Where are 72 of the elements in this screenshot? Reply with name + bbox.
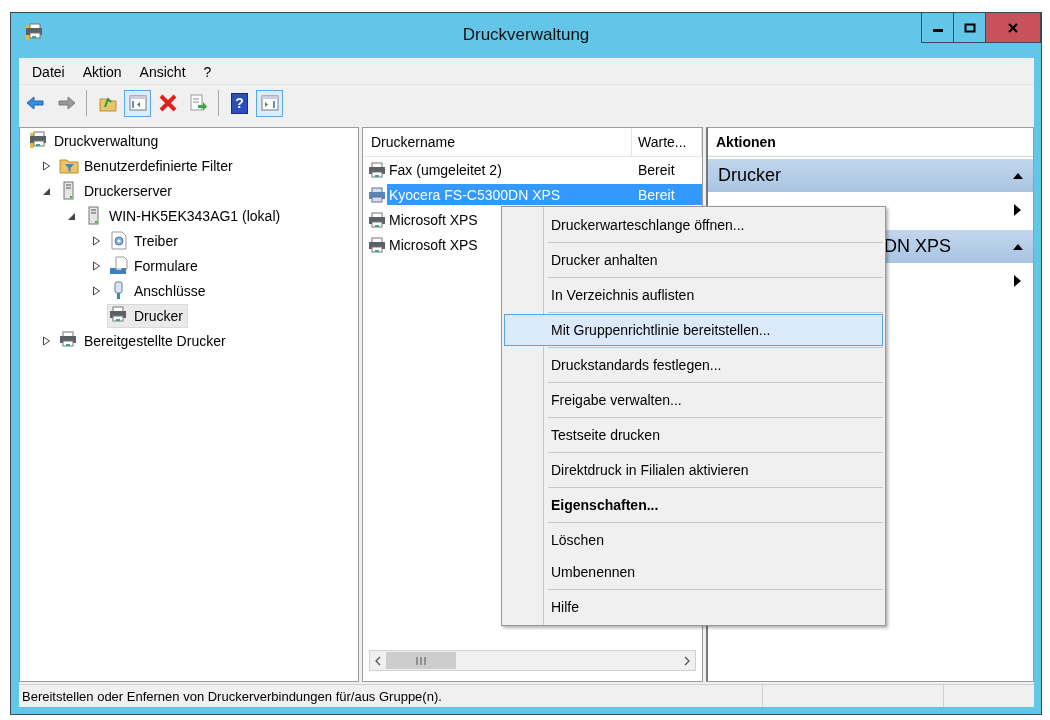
pane-left-icon xyxy=(127,93,148,113)
pane-heading: Aktionen xyxy=(708,128,1033,157)
column-header[interactable]: Warte... xyxy=(632,128,702,156)
submenu-arrow-icon[interactable] xyxy=(1014,204,1021,216)
menu-item[interactable]: Druckstandards festlegen... xyxy=(504,349,883,381)
tree-item[interactable]: Bereitgestellte Drucker xyxy=(84,332,226,349)
menu-item[interactable]: Datei xyxy=(23,62,74,80)
menu-item[interactable]: Direktdruck in Filialen aktivieren xyxy=(504,454,883,486)
pane-right-icon xyxy=(259,93,280,113)
maximize-icon xyxy=(963,22,976,33)
expand-arrow-icon[interactable] xyxy=(41,335,51,346)
menu-item[interactable]: Löschen xyxy=(504,524,883,556)
menu-item[interactable]: Ansicht xyxy=(130,62,195,80)
menu-item[interactable]: Freigabe verwalten... xyxy=(504,384,883,416)
printer-icon xyxy=(368,211,386,228)
menu-item[interactable]: ? xyxy=(194,62,221,80)
tree-item[interactable]: Treiber xyxy=(134,232,178,249)
forms-icon xyxy=(109,255,129,276)
table-cell-text: Kyocera FS-C5300DN XPS xyxy=(388,186,561,203)
toolbar-button[interactable] xyxy=(124,89,151,117)
table-cell-text: Microsoft XPS xyxy=(388,236,478,253)
table-cell-text: Bereit xyxy=(637,161,676,178)
table-cell-text: Bereit xyxy=(637,186,676,203)
horizontal-scrollbar[interactable] xyxy=(369,650,696,671)
printer-icon xyxy=(368,161,386,178)
tree-item[interactable]: WIN-HK5EK343AG1 (lokal) xyxy=(109,207,281,224)
menu-item[interactable]: Eigenschaften... xyxy=(504,489,883,521)
table-cell-text: Fax (umgeleitet 2) xyxy=(388,161,502,178)
expand-arrow-icon[interactable] xyxy=(91,260,101,271)
collapse-triangle-icon[interactable] xyxy=(1013,242,1023,251)
expand-arrow-icon[interactable] xyxy=(91,235,101,246)
section-header[interactable]: Drucker xyxy=(708,159,1033,192)
gear-page-icon xyxy=(109,230,129,251)
delete-x-icon xyxy=(157,93,178,113)
menu-item[interactable]: Mit Gruppenrichtlinie bereitstellen... xyxy=(504,314,883,346)
menu-item[interactable]: Testseite drucken xyxy=(504,419,883,451)
console-printer-icon xyxy=(29,130,49,151)
tree-item[interactable]: Drucker xyxy=(134,307,183,324)
window-title: Druckverwaltung xyxy=(462,25,590,45)
tree-item[interactable]: Formulare xyxy=(134,257,198,274)
grip-icon xyxy=(416,656,426,665)
tree-item[interactable]: Druckverwaltung xyxy=(54,132,159,149)
submenu-arrow-icon[interactable] xyxy=(1014,275,1021,287)
toolbar-button[interactable] xyxy=(256,89,283,117)
menu-item[interactable]: Umbenennen xyxy=(504,556,883,588)
column-header[interactable]: Druckername xyxy=(363,128,632,156)
export-list-icon xyxy=(187,93,208,113)
tree-item[interactable]: Anschlüsse xyxy=(134,282,206,299)
expand-arrow-icon[interactable] xyxy=(91,285,101,296)
menu-item[interactable]: Drucker anhalten xyxy=(504,244,883,276)
menu-item[interactable]: In Verzeichnis auflisten xyxy=(504,279,883,311)
tree-item[interactable]: Benutzerdefinierte Filter xyxy=(84,157,233,174)
app-printer-icon xyxy=(25,22,45,43)
back-arrow-icon xyxy=(25,93,46,113)
menu-item[interactable]: Druckerwarteschlange öffnen... xyxy=(504,209,883,241)
printer-icon xyxy=(368,186,386,203)
minimize-icon xyxy=(932,29,943,32)
printer-icon xyxy=(368,236,386,253)
table-cell-text: Microsoft XPS xyxy=(388,211,478,228)
forward-arrow-icon xyxy=(55,93,76,113)
scroll-thumb[interactable] xyxy=(386,652,456,669)
close-button[interactable] xyxy=(985,13,1041,43)
minimize-button[interactable] xyxy=(921,13,954,43)
collapse-triangle-icon[interactable] xyxy=(1013,171,1023,180)
tree-item-highlight[interactable]: Drucker xyxy=(107,303,188,328)
status-text: Bereitstellen oder Enfernen von Druckerverbindungen für/aus Gruppe(n). xyxy=(19,685,763,707)
menu-item[interactable]: Aktion xyxy=(73,62,131,80)
menu-item[interactable]: Hilfe xyxy=(504,591,883,623)
close-icon xyxy=(1007,22,1019,33)
help-button[interactable]: ? xyxy=(226,89,253,117)
expand-arrow-icon[interactable] xyxy=(41,160,51,171)
tree-item[interactable]: Druckerserver xyxy=(84,182,172,199)
